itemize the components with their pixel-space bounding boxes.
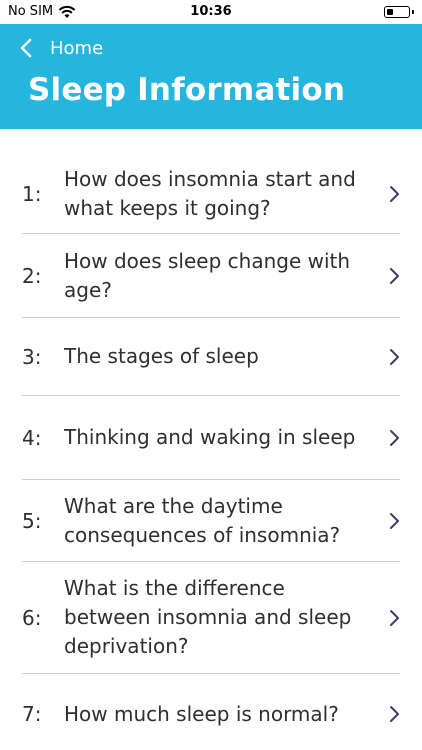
chevron-left-icon — [20, 38, 32, 58]
topic-list: 1: How does insomnia start and what keep… — [0, 154, 422, 750]
item-title: Thinking and waking in sleep — [64, 425, 356, 449]
list-item-6[interactable]: 6: What is the difference between insomn… — [22, 562, 400, 674]
item-number: 2: — [22, 263, 42, 288]
list-item-4[interactable]: 4: Thinking and waking in sleep — [22, 396, 400, 480]
chevron-right-icon — [390, 706, 399, 722]
chevron-right-icon — [390, 609, 399, 626]
item-number: 1: — [22, 181, 42, 206]
list-item-5[interactable]: 5: What are the daytime consequences of … — [22, 480, 400, 562]
item-title: How does sleep change with age? — [64, 248, 351, 302]
battery-cap — [412, 10, 414, 14]
item-number: 7: — [22, 702, 42, 726]
list-item-7[interactable]: 7: How much sleep is normal? — [22, 674, 400, 750]
item-title: How much sleep is normal? — [64, 701, 339, 726]
battery-icon — [384, 6, 410, 18]
item-title: How does insomnia start and what keeps i… — [64, 166, 356, 220]
item-title: What is the difference between insomnia … — [64, 576, 352, 658]
status-bar: No SIM 10:36 — [0, 0, 422, 24]
chevron-right-icon — [390, 429, 399, 446]
page-title: Sleep Information — [28, 72, 346, 108]
back-label: Home — [50, 37, 104, 59]
item-number: 3: — [22, 344, 42, 369]
clock: 10:36 — [190, 4, 232, 19]
chevron-right-icon — [390, 185, 399, 202]
nav-header: Home Sleep Information — [0, 24, 422, 129]
item-number: 6: — [22, 605, 42, 630]
item-number: 5: — [22, 508, 42, 533]
list-item-2[interactable]: 2: How does sleep change with age? — [22, 234, 400, 318]
battery-level — [387, 9, 393, 15]
chevron-right-icon — [390, 267, 399, 284]
item-title: The stages of sleep — [64, 344, 259, 368]
list-item-3[interactable]: 3: The stages of sleep — [22, 318, 400, 396]
chevron-right-icon — [390, 348, 399, 365]
list-item-1[interactable]: 1: How does insomnia start and what keep… — [22, 154, 400, 234]
item-title: What are the daytime consequences of ins… — [64, 493, 341, 547]
back-button[interactable]: Home — [18, 36, 103, 60]
chevron-right-icon — [390, 512, 399, 529]
item-number: 4: — [22, 425, 42, 450]
